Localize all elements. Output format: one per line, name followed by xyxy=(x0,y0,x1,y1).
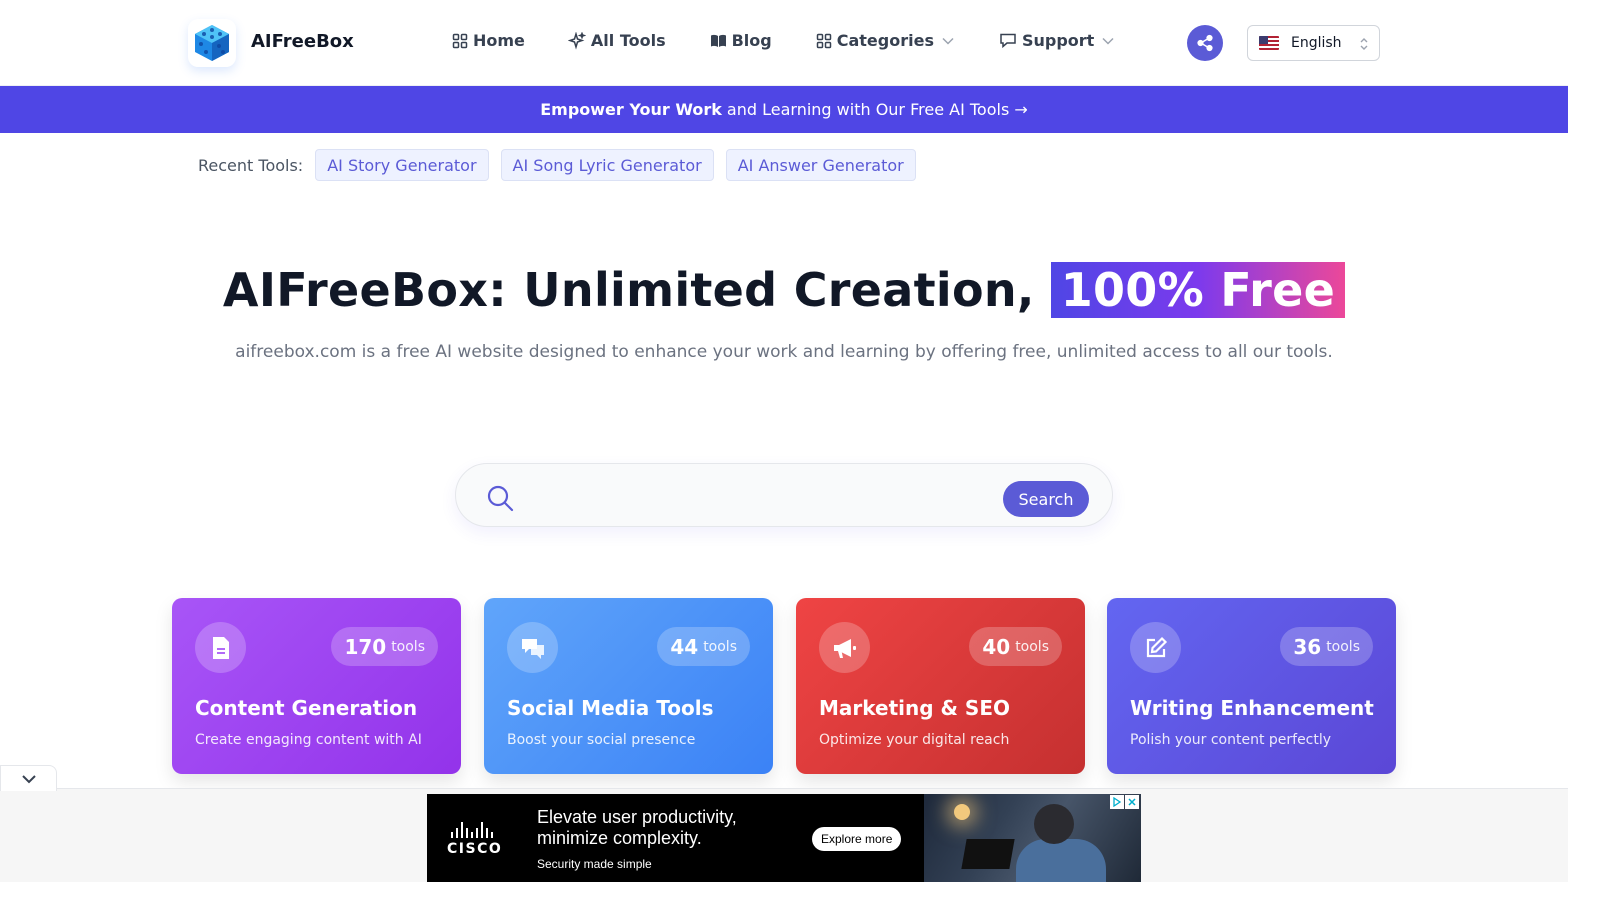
nav-home[interactable]: Home xyxy=(452,31,525,50)
tool-count: 170 xyxy=(344,634,387,659)
ad-photo xyxy=(924,794,1141,882)
hero-title-text: AIFreeBox: Unlimited Creation, xyxy=(222,263,1035,317)
site-header: AIFreeBox Home All Tools Blog Categories… xyxy=(0,0,1568,86)
category-title: Social Media Tools xyxy=(507,696,714,720)
ad-headline: Elevate user productivity, minimize comp… xyxy=(537,807,737,849)
hero-title: AIFreeBox: Unlimited Creation, 100% Free xyxy=(0,262,1568,318)
chevron-down-icon xyxy=(942,37,954,45)
banner-bold-text: Empower Your Work xyxy=(540,100,722,119)
recent-tool-chip[interactable]: AI Answer Generator xyxy=(725,149,916,181)
category-card-social-media[interactable]: 44 tools Social Media Tools Boost your s… xyxy=(484,598,773,774)
advertisement[interactable]: CISCO Elevate user productivity, minimiz… xyxy=(427,794,1141,882)
cisco-wordmark: CISCO xyxy=(447,841,503,857)
megaphone-icon xyxy=(819,622,870,673)
nav-support-label: Support xyxy=(1021,31,1095,50)
edit-icon xyxy=(1130,622,1181,673)
nav-all-tools[interactable]: All Tools xyxy=(567,31,666,50)
nav-all-tools-label: All Tools xyxy=(590,31,666,50)
language-label: English xyxy=(1291,35,1342,51)
chat-bubbles-icon xyxy=(507,622,558,673)
recent-tools: Recent Tools: AI Story Generator AI Song… xyxy=(198,149,928,181)
book-icon xyxy=(710,34,726,47)
tool-count: 44 xyxy=(670,634,699,659)
brand-name[interactable]: AIFreeBox xyxy=(251,31,354,52)
recent-tools-label: Recent Tools: xyxy=(198,155,304,175)
promo-banner[interactable]: Empower Your Work and Learning with Our … xyxy=(0,86,1568,133)
nav-blog-label: Blog xyxy=(731,31,772,50)
banner-text: and Learning with Our Free AI Tools → xyxy=(726,100,1028,119)
category-title: Writing Enhancement xyxy=(1130,696,1374,720)
logo-cube-icon[interactable] xyxy=(188,19,236,67)
main-nav: Home All Tools Blog Categories Support xyxy=(452,31,1114,50)
language-select[interactable]: English xyxy=(1247,25,1380,61)
cisco-bars-icon xyxy=(451,822,507,838)
us-flag-icon xyxy=(1259,36,1279,50)
select-arrows-icon xyxy=(1360,38,1368,50)
chevron-down-icon xyxy=(21,774,36,783)
tool-count-unit: tools xyxy=(391,638,425,655)
close-icon[interactable] xyxy=(1125,795,1139,809)
recent-tool-chip[interactable]: AI Song Lyric Generator xyxy=(500,149,714,181)
nav-categories-label: Categories xyxy=(836,31,934,50)
cisco-logo: CISCO xyxy=(447,822,507,857)
chevron-down-icon xyxy=(1102,37,1114,45)
chat-icon xyxy=(1000,33,1016,49)
document-icon xyxy=(195,622,246,673)
adchoices-icon[interactable] xyxy=(1110,795,1124,809)
ad-explore-button[interactable]: Explore more xyxy=(812,827,902,851)
sparkle-icon xyxy=(567,31,586,50)
category-description: Optimize your digital reach xyxy=(819,732,1010,748)
category-card-content-generation[interactable]: 170 tools Content Generation Create enga… xyxy=(172,598,461,774)
tool-count-badge: 36 tools xyxy=(1280,627,1373,666)
category-card-marketing-seo[interactable]: 40 tools Marketing & SEO Optimize your d… xyxy=(796,598,1085,774)
grid-icon xyxy=(816,33,831,48)
search-input[interactable] xyxy=(526,478,1046,514)
tool-count-unit: tools xyxy=(703,638,737,655)
nav-categories[interactable]: Categories xyxy=(816,31,954,50)
tool-count: 36 xyxy=(1293,634,1322,659)
ad-collapse-button[interactable] xyxy=(0,765,57,791)
share-button[interactable] xyxy=(1187,25,1223,61)
ad-headline-line-1: Elevate user productivity, xyxy=(537,807,737,827)
search-button[interactable]: Search xyxy=(1003,481,1089,517)
ad-choices[interactable] xyxy=(1109,795,1139,809)
recent-tool-chip[interactable]: AI Story Generator xyxy=(315,149,489,181)
ad-tagline: Security made simple xyxy=(537,857,652,871)
hero-subtitle: aifreebox.com is a free AI website desig… xyxy=(235,342,1333,362)
category-title: Content Generation xyxy=(195,696,418,720)
nav-home-label: Home xyxy=(473,31,525,50)
tool-count-unit: tools xyxy=(1326,638,1360,655)
nav-support[interactable]: Support xyxy=(999,31,1114,50)
tool-count-badge: 40 tools xyxy=(969,627,1062,666)
share-icon xyxy=(1197,34,1213,52)
category-card-writing-enhancement[interactable]: 36 tools Writing Enhancement Polish your… xyxy=(1107,598,1396,774)
ad-headline-line-2: minimize complexity. xyxy=(537,828,702,848)
grid-icon xyxy=(452,33,468,48)
tool-count: 40 xyxy=(982,634,1011,659)
category-description: Create engaging content with AI xyxy=(195,732,422,748)
category-title: Marketing & SEO xyxy=(819,696,1010,720)
tool-count-badge: 44 tools xyxy=(657,627,750,666)
hero-title-highlight: 100% Free xyxy=(1050,262,1346,318)
category-description: Polish your content perfectly xyxy=(1130,732,1332,748)
search-icon xyxy=(487,485,514,512)
tool-count-unit: tools xyxy=(1015,638,1049,655)
category-description: Boost your social presence xyxy=(507,732,696,748)
nav-blog[interactable]: Blog xyxy=(710,31,772,50)
tool-count-badge: 170 tools xyxy=(331,627,438,666)
